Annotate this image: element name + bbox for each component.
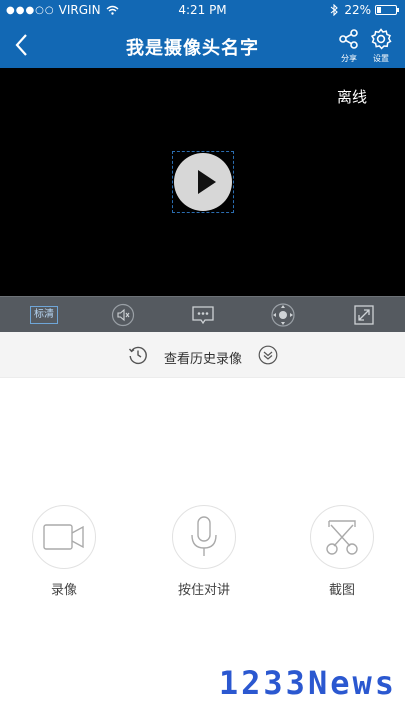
- video-controls: 标清: [0, 296, 405, 332]
- share-button[interactable]: 分享: [334, 28, 364, 64]
- quality-button[interactable]: 标清: [30, 306, 58, 324]
- talk-label: 按住对讲: [177, 583, 230, 598]
- battery-percent: 22%: [344, 3, 371, 17]
- share-icon: [339, 29, 358, 49]
- video-record-icon: [43, 524, 84, 550]
- record-button[interactable]: 录像: [32, 505, 96, 598]
- history-label: 查看历史录像: [164, 352, 243, 367]
- record-label: 录像: [50, 583, 77, 598]
- record-circle: [32, 505, 96, 569]
- play-button[interactable]: [172, 151, 234, 213]
- ptz-icon: [271, 303, 295, 327]
- history-clock-icon: [128, 346, 147, 365]
- gear-icon: [370, 28, 392, 50]
- fullscreen-button[interactable]: [352, 302, 376, 328]
- chat-icon: [192, 306, 214, 325]
- chevron-down-icon: [258, 345, 278, 365]
- snapshot-button[interactable]: 截图: [310, 505, 374, 598]
- offline-status: 离线: [336, 88, 367, 106]
- mute-button[interactable]: [110, 302, 136, 328]
- settings-label: 设置: [373, 54, 389, 63]
- scissors-icon: [326, 520, 358, 555]
- nav-bar: 我是摄像头名字 分享 设置: [0, 22, 405, 68]
- camera-page: ●●●○○ VIRGIN 4:21 PM 22% 我是摄像头名字 分享 设置 离…: [0, 0, 405, 720]
- battery-fill: [377, 7, 381, 13]
- history-bar[interactable]: 查看历史录像: [0, 332, 405, 378]
- talk-button[interactable]: 按住对讲: [172, 505, 236, 598]
- play-icon: [198, 170, 216, 194]
- fullscreen-icon: [354, 305, 374, 325]
- microphone-icon: [191, 516, 217, 556]
- video-player[interactable]: 离线: [0, 68, 405, 296]
- status-right: 22%: [330, 3, 399, 17]
- chevron-left-icon: [15, 34, 27, 56]
- chat-button[interactable]: [189, 302, 217, 328]
- settings-button[interactable]: 设置: [366, 28, 396, 64]
- battery-icon: [375, 5, 399, 15]
- snapshot-label: 截图: [328, 583, 355, 598]
- mute-icon: [111, 303, 135, 327]
- snapshot-circle: [310, 505, 374, 569]
- play-circle: [174, 153, 232, 211]
- bluetooth-icon: [330, 4, 339, 16]
- talk-circle: [172, 505, 236, 569]
- page-title: 我是摄像头名字: [126, 38, 259, 59]
- back-button[interactable]: [8, 30, 34, 60]
- watermark: 1233News: [218, 664, 397, 702]
- ptz-button[interactable]: [269, 302, 297, 328]
- share-label: 分享: [341, 54, 357, 63]
- status-bar: ●●●○○ VIRGIN 4:21 PM 22%: [0, 0, 405, 22]
